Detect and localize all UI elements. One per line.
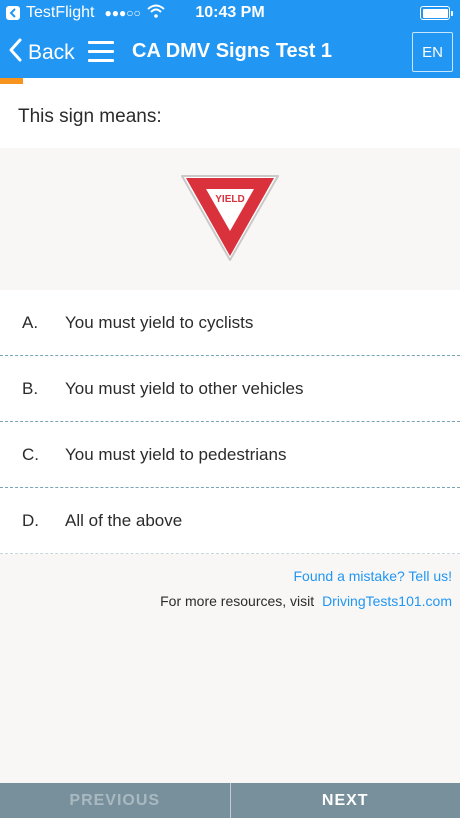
status-left: TestFlight ●●●○○ bbox=[0, 4, 165, 23]
sign-text: YIELD bbox=[215, 194, 244, 205]
menu-icon[interactable] bbox=[88, 41, 114, 63]
answer-letter: B. bbox=[22, 378, 39, 398]
back-to-app-icon[interactable] bbox=[6, 6, 20, 20]
answer-text: You must yield to other vehicles bbox=[65, 378, 304, 398]
answer-letter: D. bbox=[22, 510, 39, 530]
answer-text: You must yield to pedestrians bbox=[65, 444, 287, 464]
bottom-nav: PREVIOUS NEXT bbox=[0, 783, 460, 818]
resources-line: For more resources, visit DrivingTests10… bbox=[160, 593, 452, 609]
language-button[interactable]: EN bbox=[412, 32, 453, 72]
answer-letter: A. bbox=[22, 312, 39, 332]
question-area: This sign means: bbox=[0, 84, 460, 148]
question-prompt: This sign means: bbox=[18, 106, 162, 127]
carrier-label: TestFlight bbox=[26, 4, 95, 21]
answer-option-d[interactable]: D. All of the above bbox=[0, 488, 460, 554]
sign-area: YIELD bbox=[0, 148, 460, 290]
nav-bar: Back CA DMV Signs Test 1 EN bbox=[0, 26, 460, 78]
status-bar: TestFlight ●●●○○ 10:43 PM bbox=[0, 0, 460, 26]
answer-text: All of the above bbox=[65, 510, 183, 530]
battery-icon bbox=[420, 6, 453, 20]
answer-option-b[interactable]: B. You must yield to other vehicles bbox=[0, 356, 460, 422]
back-label: Back bbox=[28, 41, 75, 64]
chevron-left-icon bbox=[8, 38, 22, 68]
answer-letter: C. bbox=[22, 444, 39, 464]
answer-option-a[interactable]: A. You must yield to cyclists bbox=[0, 290, 460, 356]
resources-text: For more resources, visit bbox=[160, 593, 315, 609]
yield-sign-image: YIELD bbox=[181, 175, 279, 261]
answer-list: A. You must yield to cyclists B. You mus… bbox=[0, 290, 460, 554]
answer-option-c[interactable]: C. You must yield to pedestrians bbox=[0, 422, 460, 488]
answer-text: You must yield to cyclists bbox=[65, 312, 254, 332]
wifi-icon bbox=[147, 4, 165, 23]
signal-icon: ●●●○○ bbox=[104, 6, 141, 20]
page-title: CA DMV Signs Test 1 bbox=[132, 40, 333, 62]
report-mistake-link[interactable]: Found a mistake? Tell us! bbox=[294, 568, 453, 584]
previous-button[interactable]: PREVIOUS bbox=[0, 783, 231, 818]
next-button[interactable]: NEXT bbox=[231, 783, 460, 818]
back-button[interactable]: Back bbox=[8, 38, 75, 68]
site-link[interactable]: DrivingTests101.com bbox=[322, 593, 452, 609]
